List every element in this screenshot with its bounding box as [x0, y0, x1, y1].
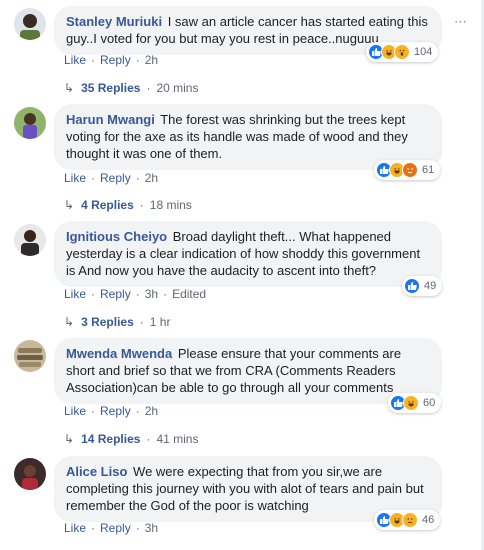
- like-link[interactable]: Like: [64, 521, 86, 535]
- reaction-count: 104: [414, 46, 433, 58]
- avatar[interactable]: [14, 8, 46, 40]
- avatar-image: [14, 107, 46, 139]
- reply-time: 41 mins: [156, 432, 199, 446]
- comment-author[interactable]: Mwenda Mwenda: [66, 346, 172, 361]
- view-replies[interactable]: ↳ 14 Replies · 41 mins: [64, 432, 198, 446]
- comment-actions: Like · Reply · 3h: [64, 521, 159, 535]
- reaction-count: 49: [424, 280, 437, 292]
- reply-link[interactable]: Reply: [100, 287, 131, 301]
- replies-link[interactable]: 14 Replies: [81, 432, 140, 446]
- reaction-summary[interactable]: 60: [388, 393, 442, 413]
- reply-link[interactable]: Reply: [100, 521, 131, 535]
- more-horizontal-icon[interactable]: ⋯: [454, 14, 468, 30]
- view-replies[interactable]: ↳ 4 Replies · 18 mins: [64, 198, 192, 212]
- view-replies[interactable]: ↳ 3 Replies · 1 hr: [64, 315, 170, 329]
- comment-actions: Like · Reply · 2h: [64, 404, 159, 418]
- reaction-summary[interactable]: 61: [374, 160, 441, 180]
- view-replies[interactable]: ↳ 35 Replies · 20 mins: [64, 81, 198, 95]
- replies-link[interactable]: 3 Replies: [81, 315, 134, 329]
- angry-icon: [402, 162, 418, 178]
- comment-time[interactable]: 2h: [145, 53, 158, 67]
- sad-icon: [402, 512, 418, 528]
- wow-icon: [394, 44, 410, 60]
- comment-actions: Like · Reply · 2h: [64, 171, 159, 185]
- reaction-count: 60: [423, 397, 436, 409]
- comment-time[interactable]: 3h: [145, 521, 158, 535]
- comment-author[interactable]: Ignitious Cheiyo: [66, 229, 167, 244]
- avatar[interactable]: [14, 107, 46, 139]
- avatar[interactable]: [14, 340, 46, 372]
- comment-bubble: Mwenda Mwenda Please ensure that your co…: [54, 338, 442, 404]
- comment-time[interactable]: 2h: [145, 171, 158, 185]
- avatar-image: [14, 8, 46, 40]
- like-link[interactable]: Like: [64, 171, 86, 185]
- reply-arrow-icon: ↳: [64, 81, 75, 95]
- comment-time[interactable]: 2h: [145, 404, 158, 418]
- haha-icon: [403, 395, 419, 411]
- like-link[interactable]: Like: [64, 287, 86, 301]
- reply-time: 18 mins: [149, 198, 192, 212]
- like-link[interactable]: Like: [64, 53, 86, 67]
- comment-bubble: Ignitious Cheiyo Broad daylight theft...…: [54, 221, 442, 287]
- avatar[interactable]: [14, 458, 46, 490]
- reply-link[interactable]: Reply: [100, 404, 131, 418]
- comment-actions: Like · Reply · 2h: [64, 53, 159, 67]
- like-link[interactable]: Like: [64, 404, 86, 418]
- reply-time: 1 hr: [149, 315, 171, 329]
- avatar-image: [14, 458, 46, 490]
- reaction-count: 61: [422, 164, 435, 176]
- replies-link[interactable]: 4 Replies: [81, 198, 134, 212]
- reply-link[interactable]: Reply: [100, 171, 131, 185]
- avatar-image: [14, 340, 46, 372]
- reaction-summary[interactable]: 46: [374, 510, 441, 530]
- comment-author[interactable]: Alice Liso: [66, 464, 127, 479]
- reaction-summary[interactable]: 104: [366, 42, 439, 62]
- comment-actions: Like · Reply · 3h · Edited: [64, 287, 207, 301]
- comment-time[interactable]: 3h: [145, 287, 158, 301]
- comment-author[interactable]: Stanley Muriuki: [66, 14, 162, 29]
- reply-time: 20 mins: [156, 81, 199, 95]
- comment-author[interactable]: Harun Mwangi: [66, 112, 155, 127]
- reply-link[interactable]: Reply: [100, 53, 131, 67]
- reply-arrow-icon: ↳: [64, 432, 75, 446]
- replies-link[interactable]: 35 Replies: [81, 81, 140, 95]
- avatar-image: [14, 224, 46, 256]
- edited-label[interactable]: Edited: [172, 287, 206, 301]
- reaction-summary[interactable]: 49: [402, 276, 443, 296]
- reply-arrow-icon: ↳: [64, 198, 75, 212]
- reaction-count: 46: [422, 514, 435, 526]
- reply-arrow-icon: ↳: [64, 315, 75, 329]
- like-icon: [404, 278, 420, 294]
- avatar[interactable]: [14, 224, 46, 256]
